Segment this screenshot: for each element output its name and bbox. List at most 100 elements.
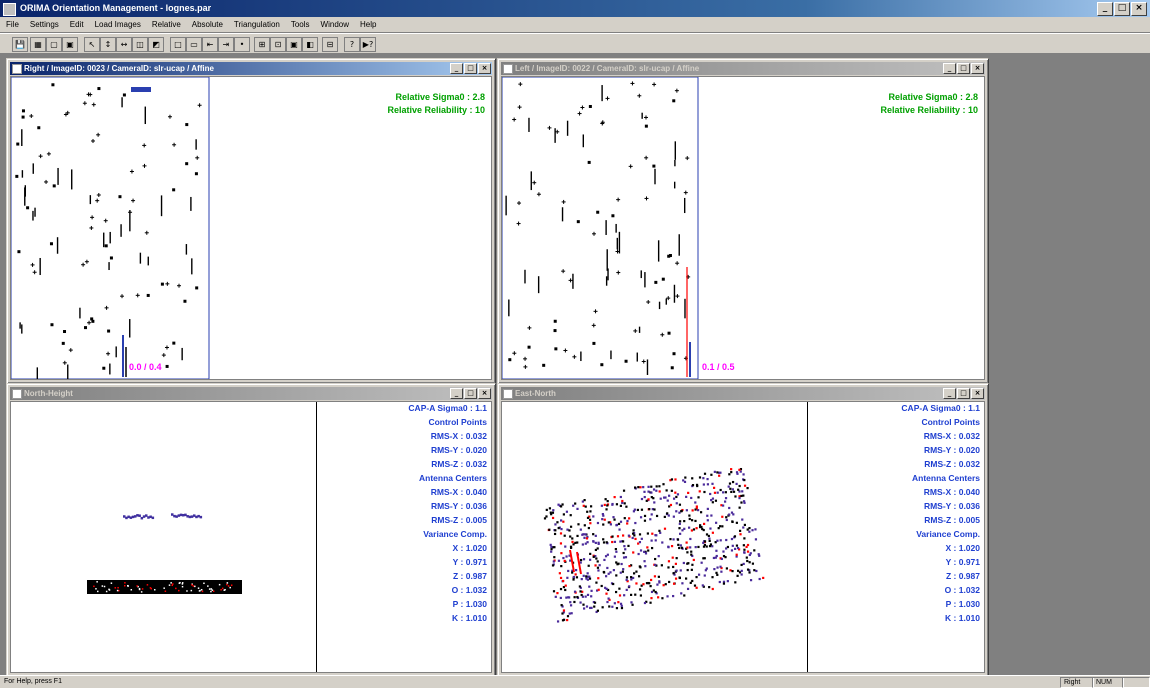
maximize-button[interactable]: □ <box>1114 2 1130 16</box>
ground-point <box>730 511 734 514</box>
zoom-in-icon[interactable]: ◫ <box>132 37 148 52</box>
context-help-icon[interactable]: ▶? <box>360 37 376 52</box>
ground-point <box>622 489 626 492</box>
ground-point <box>738 484 741 488</box>
ground-point <box>663 527 667 530</box>
maximize-button[interactable]: □ <box>464 63 477 74</box>
menu-help[interactable]: Help <box>354 17 381 32</box>
point-icon[interactable]: • <box>234 37 250 52</box>
ground-point <box>636 508 639 512</box>
ground-point <box>679 569 682 572</box>
east-north-titlebar[interactable]: East-North _ □ × <box>501 387 985 400</box>
fill-icon[interactable]: ▣ <box>286 37 302 52</box>
fit-icon[interactable]: ⊡ <box>270 37 286 52</box>
close-button[interactable]: × <box>478 63 491 74</box>
tie-point <box>37 126 41 130</box>
minimize-button[interactable]: _ <box>450 388 463 399</box>
menu-edit[interactable]: Edit <box>64 17 89 32</box>
north-height-plot[interactable] <box>11 402 316 672</box>
left-image-view[interactable]: Relative Sigma0 : 2.8 Relative Reliabili… <box>501 76 985 380</box>
maximize-button[interactable]: □ <box>957 63 970 74</box>
left-image-window[interactable]: Left / ImageID: 0022 / CameraID: slr-uca… <box>497 58 989 384</box>
ground-point <box>621 499 624 503</box>
north-height-titlebar[interactable]: North-Height _ □ × <box>10 387 492 400</box>
box-icon[interactable]: □ <box>170 37 186 52</box>
right-image-plot[interactable] <box>11 77 491 379</box>
menu-absolute[interactable]: Absolute <box>186 17 228 32</box>
ground-point <box>675 557 678 560</box>
ground-point <box>650 513 653 516</box>
ground-point <box>626 522 629 525</box>
help-icon[interactable]: ? <box>344 37 360 52</box>
split-icon[interactable]: ◧ <box>302 37 318 52</box>
menu-file[interactable]: File <box>0 17 24 32</box>
app-titlebar[interactable]: ORIMA Orientation Management - lognes.pa… <box>0 0 1150 17</box>
ground-point <box>585 575 588 578</box>
minimize-button[interactable]: _ <box>943 63 956 74</box>
menu-window[interactable]: Window <box>315 17 354 32</box>
maximize-button[interactable]: □ <box>957 388 970 399</box>
antenna-point <box>151 516 155 520</box>
east-north-view[interactable]: CAP-A Sigma0 : 1.1 Control Points RMS-X … <box>501 401 985 673</box>
ground-point-detail <box>136 585 138 587</box>
east-north-window[interactable]: East-North _ □ × CAP-A Sigma0 : 1.1 Cont… <box>497 383 989 677</box>
ground-point <box>563 534 566 537</box>
minimize-button[interactable]: _ <box>1097 2 1113 16</box>
ground-point <box>576 534 579 538</box>
ground-point <box>552 590 556 593</box>
rect-icon[interactable]: ▭ <box>186 37 202 52</box>
ground-point <box>559 542 563 545</box>
ground-point <box>564 545 567 548</box>
ground-point <box>687 491 690 494</box>
layers-icon[interactable]: ▣ <box>62 37 78 52</box>
tie-point <box>508 358 512 362</box>
ground-point <box>655 489 658 492</box>
last-icon[interactable]: ⇥ <box>218 37 234 52</box>
close-button[interactable]: × <box>478 388 491 399</box>
image-icon[interactable]: ▦ <box>30 37 46 52</box>
rms-line: RMS-Y : 0.020 <box>430 445 487 455</box>
right-image-window[interactable]: Right / ImageID: 0023 / CameraID: slr-uc… <box>6 58 496 384</box>
first-icon[interactable]: ⇤ <box>202 37 218 52</box>
ground-point <box>678 522 681 525</box>
menu-tools[interactable]: Tools <box>285 17 315 32</box>
ground-point <box>583 524 586 527</box>
north-height-view[interactable]: CAP-A Sigma0 : 1.1 Control Points RMS-X … <box>10 401 492 673</box>
north-height-window[interactable]: North-Height _ □ × CAP-A Sigma0 : 1.1 Co… <box>6 383 496 677</box>
ground-point <box>631 532 635 535</box>
close-button[interactable]: × <box>971 63 984 74</box>
right-image-view[interactable]: Relative Sigma0 : 2.8 Relative Reliabili… <box>10 76 492 380</box>
grid-icon[interactable]: ⊞ <box>254 37 270 52</box>
move-vertical-icon[interactable]: ↕ <box>100 37 116 52</box>
frame-icon[interactable]: ▢ <box>46 37 62 52</box>
east-north-plot[interactable] <box>502 402 807 672</box>
left-image-plot[interactable] <box>502 77 984 379</box>
tie-point <box>527 345 531 349</box>
tie-point <box>63 330 67 334</box>
print-icon[interactable]: ⊟ <box>322 37 338 52</box>
ground-point <box>572 575 576 579</box>
menu-load-images[interactable]: Load Images <box>89 17 146 32</box>
minimize-button[interactable]: _ <box>943 388 956 399</box>
left-window-titlebar[interactable]: Left / ImageID: 0022 / CameraID: slr-uca… <box>501 62 985 75</box>
tie-point <box>654 280 658 284</box>
ground-point <box>682 561 685 565</box>
minimize-button[interactable]: _ <box>450 63 463 74</box>
save-icon[interactable]: 💾 <box>12 37 28 52</box>
menu-triangulation[interactable]: Triangulation <box>228 17 285 32</box>
ground-point <box>730 490 733 494</box>
close-button[interactable]: × <box>1131 2 1147 16</box>
ground-point <box>743 523 746 527</box>
ground-point <box>611 540 614 544</box>
ground-point-detail <box>126 584 129 587</box>
zoom-out-icon[interactable]: ◩ <box>148 37 164 52</box>
move-horizontal-icon[interactable]: ↔ <box>116 37 132 52</box>
menu-relative[interactable]: Relative <box>146 17 186 32</box>
close-button[interactable]: × <box>971 388 984 399</box>
ground-point <box>728 473 731 476</box>
right-window-titlebar[interactable]: Right / ImageID: 0023 / CameraID: slr-uc… <box>10 62 492 75</box>
maximize-button[interactable]: □ <box>464 388 477 399</box>
ground-point <box>558 572 561 575</box>
pointer-icon[interactable]: ↖ <box>84 37 100 52</box>
menu-settings[interactable]: Settings <box>24 17 64 32</box>
